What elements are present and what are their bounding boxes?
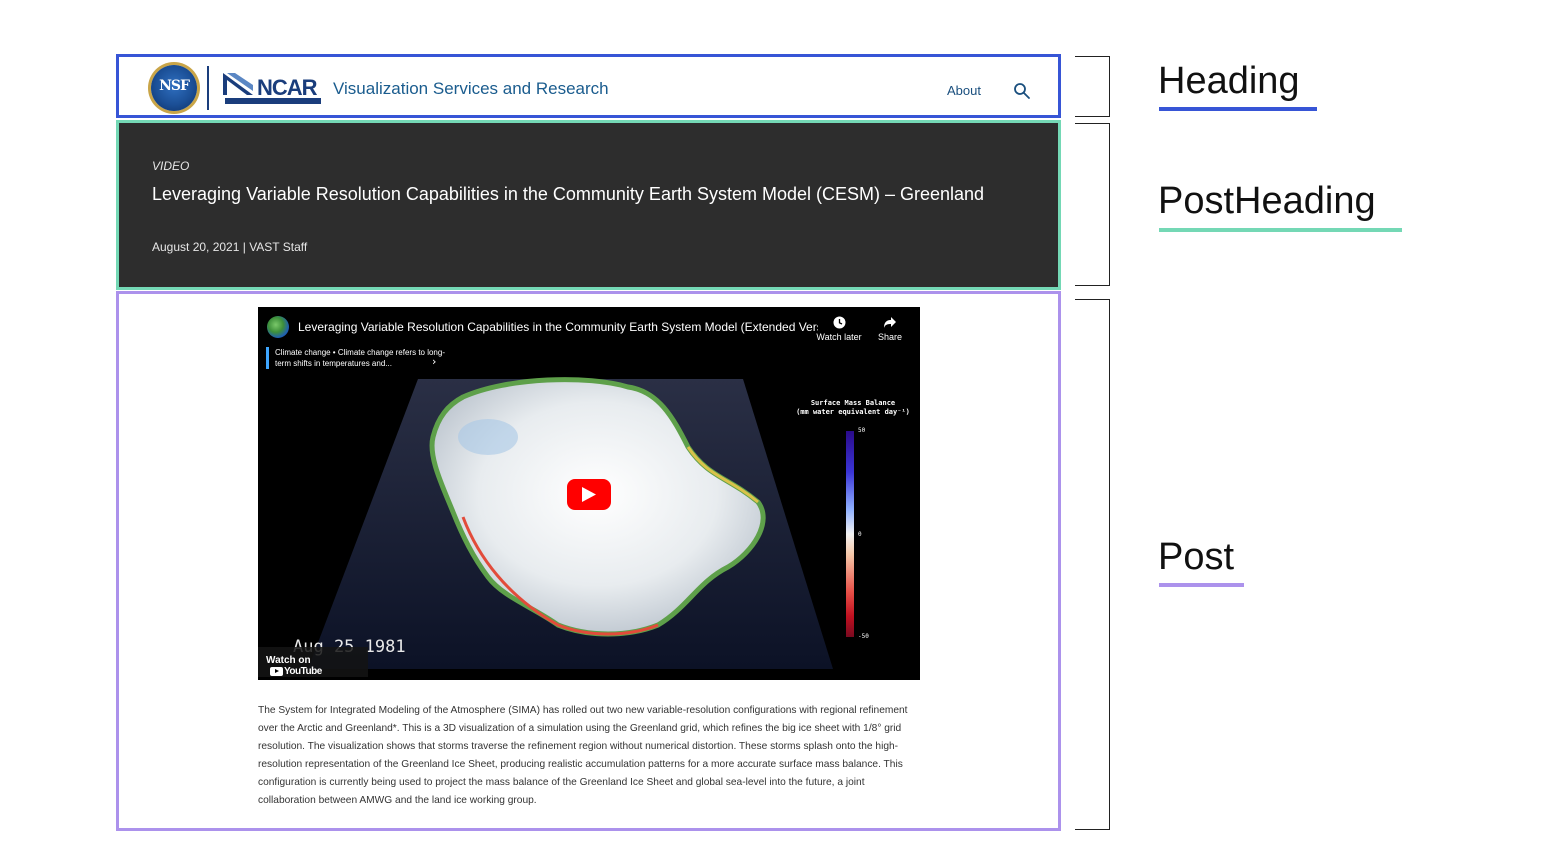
post-type: VIDEO	[152, 159, 190, 173]
video-title[interactable]: Leveraging Variable Resolution Capabilit…	[298, 320, 818, 334]
post-bracket	[1075, 299, 1110, 830]
youtube-logo-text: YouTube	[284, 666, 322, 677]
video-embed[interactable]: Leveraging Variable Resolution Capabilit…	[258, 307, 920, 680]
legend-title: Surface Mass Balance (mm water equivalen…	[793, 399, 913, 417]
legend-colorbar	[846, 431, 854, 637]
site-header: NSF NCAR Visualization Services and Rese…	[116, 54, 1061, 118]
postheading-label: PostHeading	[1158, 180, 1376, 222]
heading-label: Heading	[1158, 60, 1300, 102]
ncar-swoosh-icon	[223, 73, 253, 95]
play-button[interactable]	[567, 479, 611, 510]
info-card[interactable]: Climate change • Climate change refers t…	[266, 347, 446, 369]
site-title[interactable]: Visualization Services and Research	[333, 79, 609, 99]
watch-on-youtube-button[interactable]: Watch on YouTube	[258, 647, 368, 677]
share-button[interactable]: Share	[866, 316, 914, 342]
post-meta: August 20, 2021 | VAST Staff	[152, 240, 308, 254]
post-title: Leveraging Variable Resolution Capabilit…	[152, 184, 985, 204]
nav-about-link[interactable]: About	[947, 83, 981, 98]
share-arrow-icon	[884, 317, 896, 328]
legend-title-line1: Surface Mass Balance	[810, 399, 896, 407]
legend-tick-mid: 0	[858, 531, 862, 538]
post-heading: VIDEO Leveraging Variable Resolution Cap…	[116, 120, 1061, 290]
share-label: Share	[877, 332, 903, 342]
clock-icon	[833, 316, 845, 329]
legend-title-line2: (mm water equivalent day⁻¹)	[796, 408, 910, 416]
heading-bracket	[1075, 56, 1110, 117]
watch-later-label: Watch later	[816, 332, 862, 342]
ncar-logo-subtitle-bar	[225, 98, 321, 104]
heading-label-underline	[1159, 107, 1317, 111]
watch-later-button[interactable]: Watch later	[815, 316, 863, 342]
channel-avatar[interactable]	[267, 316, 289, 338]
post-label: Post	[1158, 536, 1235, 578]
watch-on-label: Watch on	[266, 655, 311, 666]
chevron-right-icon[interactable]: ›	[432, 355, 436, 368]
post-body-text: The System for Integrated Modeling of th…	[258, 705, 908, 806]
postheading-bracket	[1075, 123, 1110, 286]
legend-tick-top: 50	[858, 427, 866, 434]
post-label-underline	[1159, 583, 1244, 587]
legend-tick-bottom: -50	[858, 633, 869, 640]
logo-divider	[207, 66, 209, 110]
postheading-label-underline	[1159, 228, 1402, 232]
search-icon[interactable]	[1013, 82, 1031, 100]
youtube-logo-icon: YouTube	[270, 666, 322, 677]
ncar-logo[interactable]: NCAR	[223, 71, 321, 107]
nsf-logo-text: NSF	[159, 78, 190, 94]
post: Leveraging Variable Resolution Capabilit…	[116, 291, 1061, 831]
nsf-logo[interactable]: NSF	[151, 65, 197, 111]
play-icon	[582, 487, 596, 502]
